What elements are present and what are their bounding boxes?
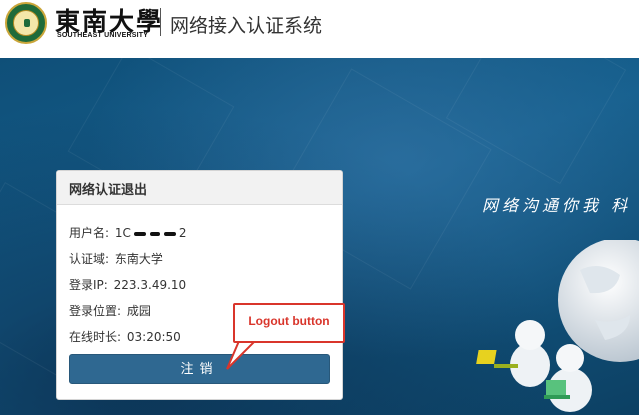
system-title: 网络接入认证系统 [170, 15, 323, 37]
ip-value: 223.3.49.10 [113, 278, 187, 292]
seal-emblem [24, 19, 30, 27]
figure-head [556, 344, 584, 372]
callout-text: Logout button [248, 314, 330, 328]
username-row: 用户名: 1C 2 [69, 224, 187, 241]
username-suffix: 2 [178, 226, 187, 240]
redaction-mark [132, 229, 178, 239]
duration-label: 在线时长: [69, 330, 122, 344]
laptop-base [494, 364, 518, 368]
laptop-base [544, 395, 570, 399]
university-seal-logo [5, 2, 47, 44]
domain-label: 认证域: [69, 252, 110, 266]
figure-head [515, 320, 545, 350]
seal-inner [13, 10, 39, 36]
location-row: 登录位置: 成园 [69, 302, 151, 319]
network-illustration [476, 240, 639, 412]
university-name-en: SOUTHEAST UNIVERSITY [57, 32, 149, 39]
domain-row: 认证域: 东南大学 [69, 250, 163, 267]
laptop-icon [476, 350, 497, 364]
laptop-icon [546, 380, 566, 395]
logout-button[interactable]: 注销 [69, 354, 330, 384]
globe-icon [558, 240, 639, 362]
callout-pointer [226, 341, 257, 370]
ip-row: 登录IP: 223.3.49.10 [69, 276, 186, 293]
location-label: 登录位置: [69, 304, 122, 318]
panel-title: 网络认证退出 [69, 183, 148, 198]
location-value: 成园 [126, 304, 151, 318]
header: 東南大學 SOUTHEAST UNIVERSITY 网络接入认证系统 [0, 0, 639, 46]
username-prefix: 1C [114, 226, 131, 240]
domain-value: 东南大学 [114, 252, 163, 266]
hero-slogan: 网络沟通你我 科 [482, 196, 632, 215]
annotation-callout: Logout button [233, 303, 345, 343]
duration-row: 在线时长: 03:20:50 [69, 328, 181, 345]
username-label: 用户名: [69, 226, 110, 240]
panel-header: 网络认证退出 [57, 171, 342, 205]
logout-panel: 网络认证退出 用户名: 1C 2 认证域: 东南大学 登录IP: 223.3.49… [56, 170, 343, 400]
ip-label: 登录IP: [69, 278, 108, 292]
duration-value: 03:20:50 [126, 330, 181, 344]
header-divider [160, 8, 161, 36]
